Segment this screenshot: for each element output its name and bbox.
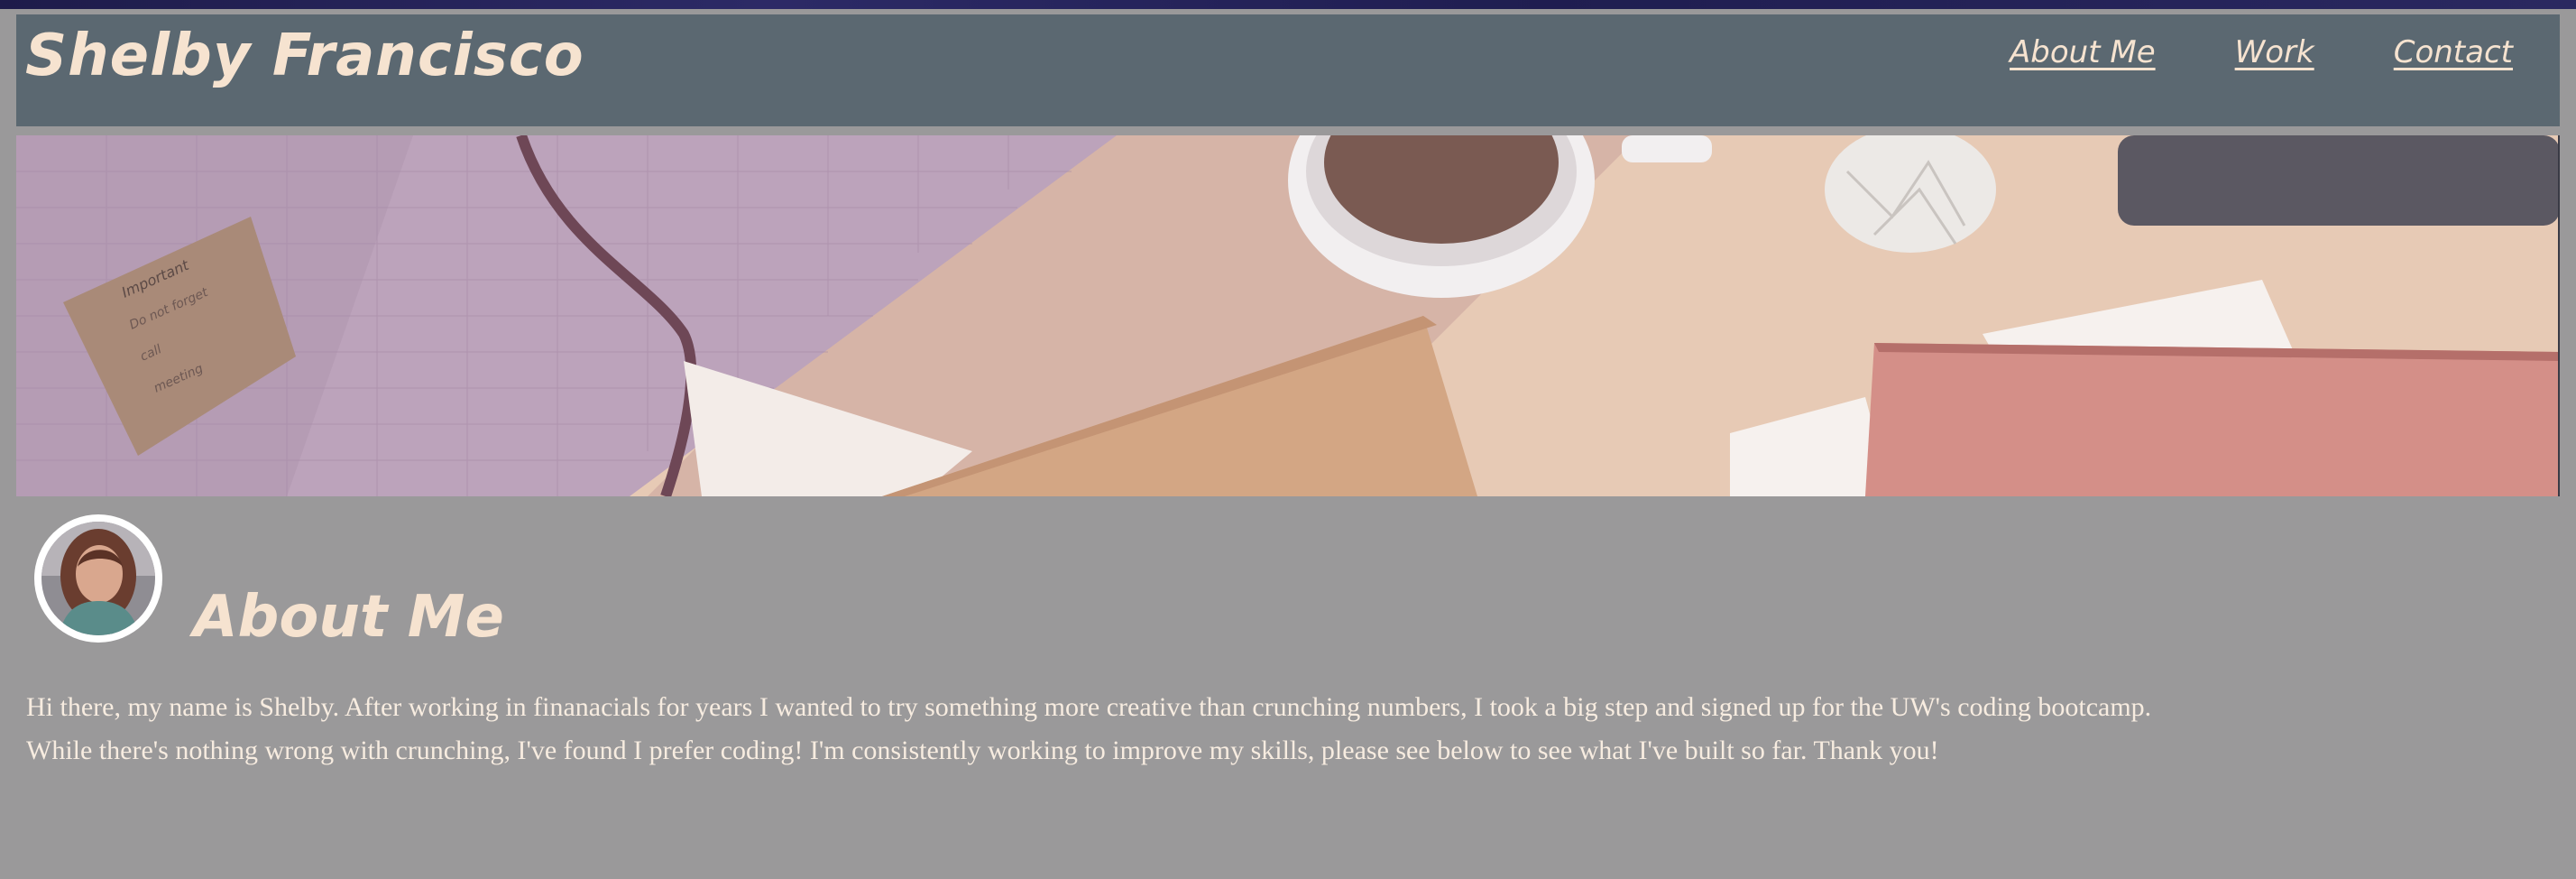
hero-edge <box>2558 135 2560 496</box>
bio-text: Hi there, my name is Shelby. After worki… <box>26 686 2543 773</box>
site-title[interactable]: Shelby Francisco <box>25 27 584 85</box>
bio-line: Hi there, my name is Shelby. After worki… <box>26 692 2152 722</box>
top-strip <box>0 0 2576 9</box>
hero-image: Important Do not forget call meeting <box>16 135 2560 496</box>
bio-line: While there's nothing wrong with crunchi… <box>26 736 1939 765</box>
main-nav: About Me Work Contact <box>2010 34 2513 70</box>
nav-link-about-me[interactable]: About Me <box>2010 34 2156 70</box>
site-header: Shelby Francisco About Me Work Contact <box>16 14 2560 126</box>
nav-link-contact[interactable]: Contact <box>2394 34 2513 70</box>
profile-photo <box>41 522 155 635</box>
nav-link-work[interactable]: Work <box>2235 34 2314 70</box>
about-heading: About Me <box>193 584 504 651</box>
avatar <box>34 514 162 643</box>
desk-illustration: Important Do not forget call meeting <box>16 135 2560 496</box>
